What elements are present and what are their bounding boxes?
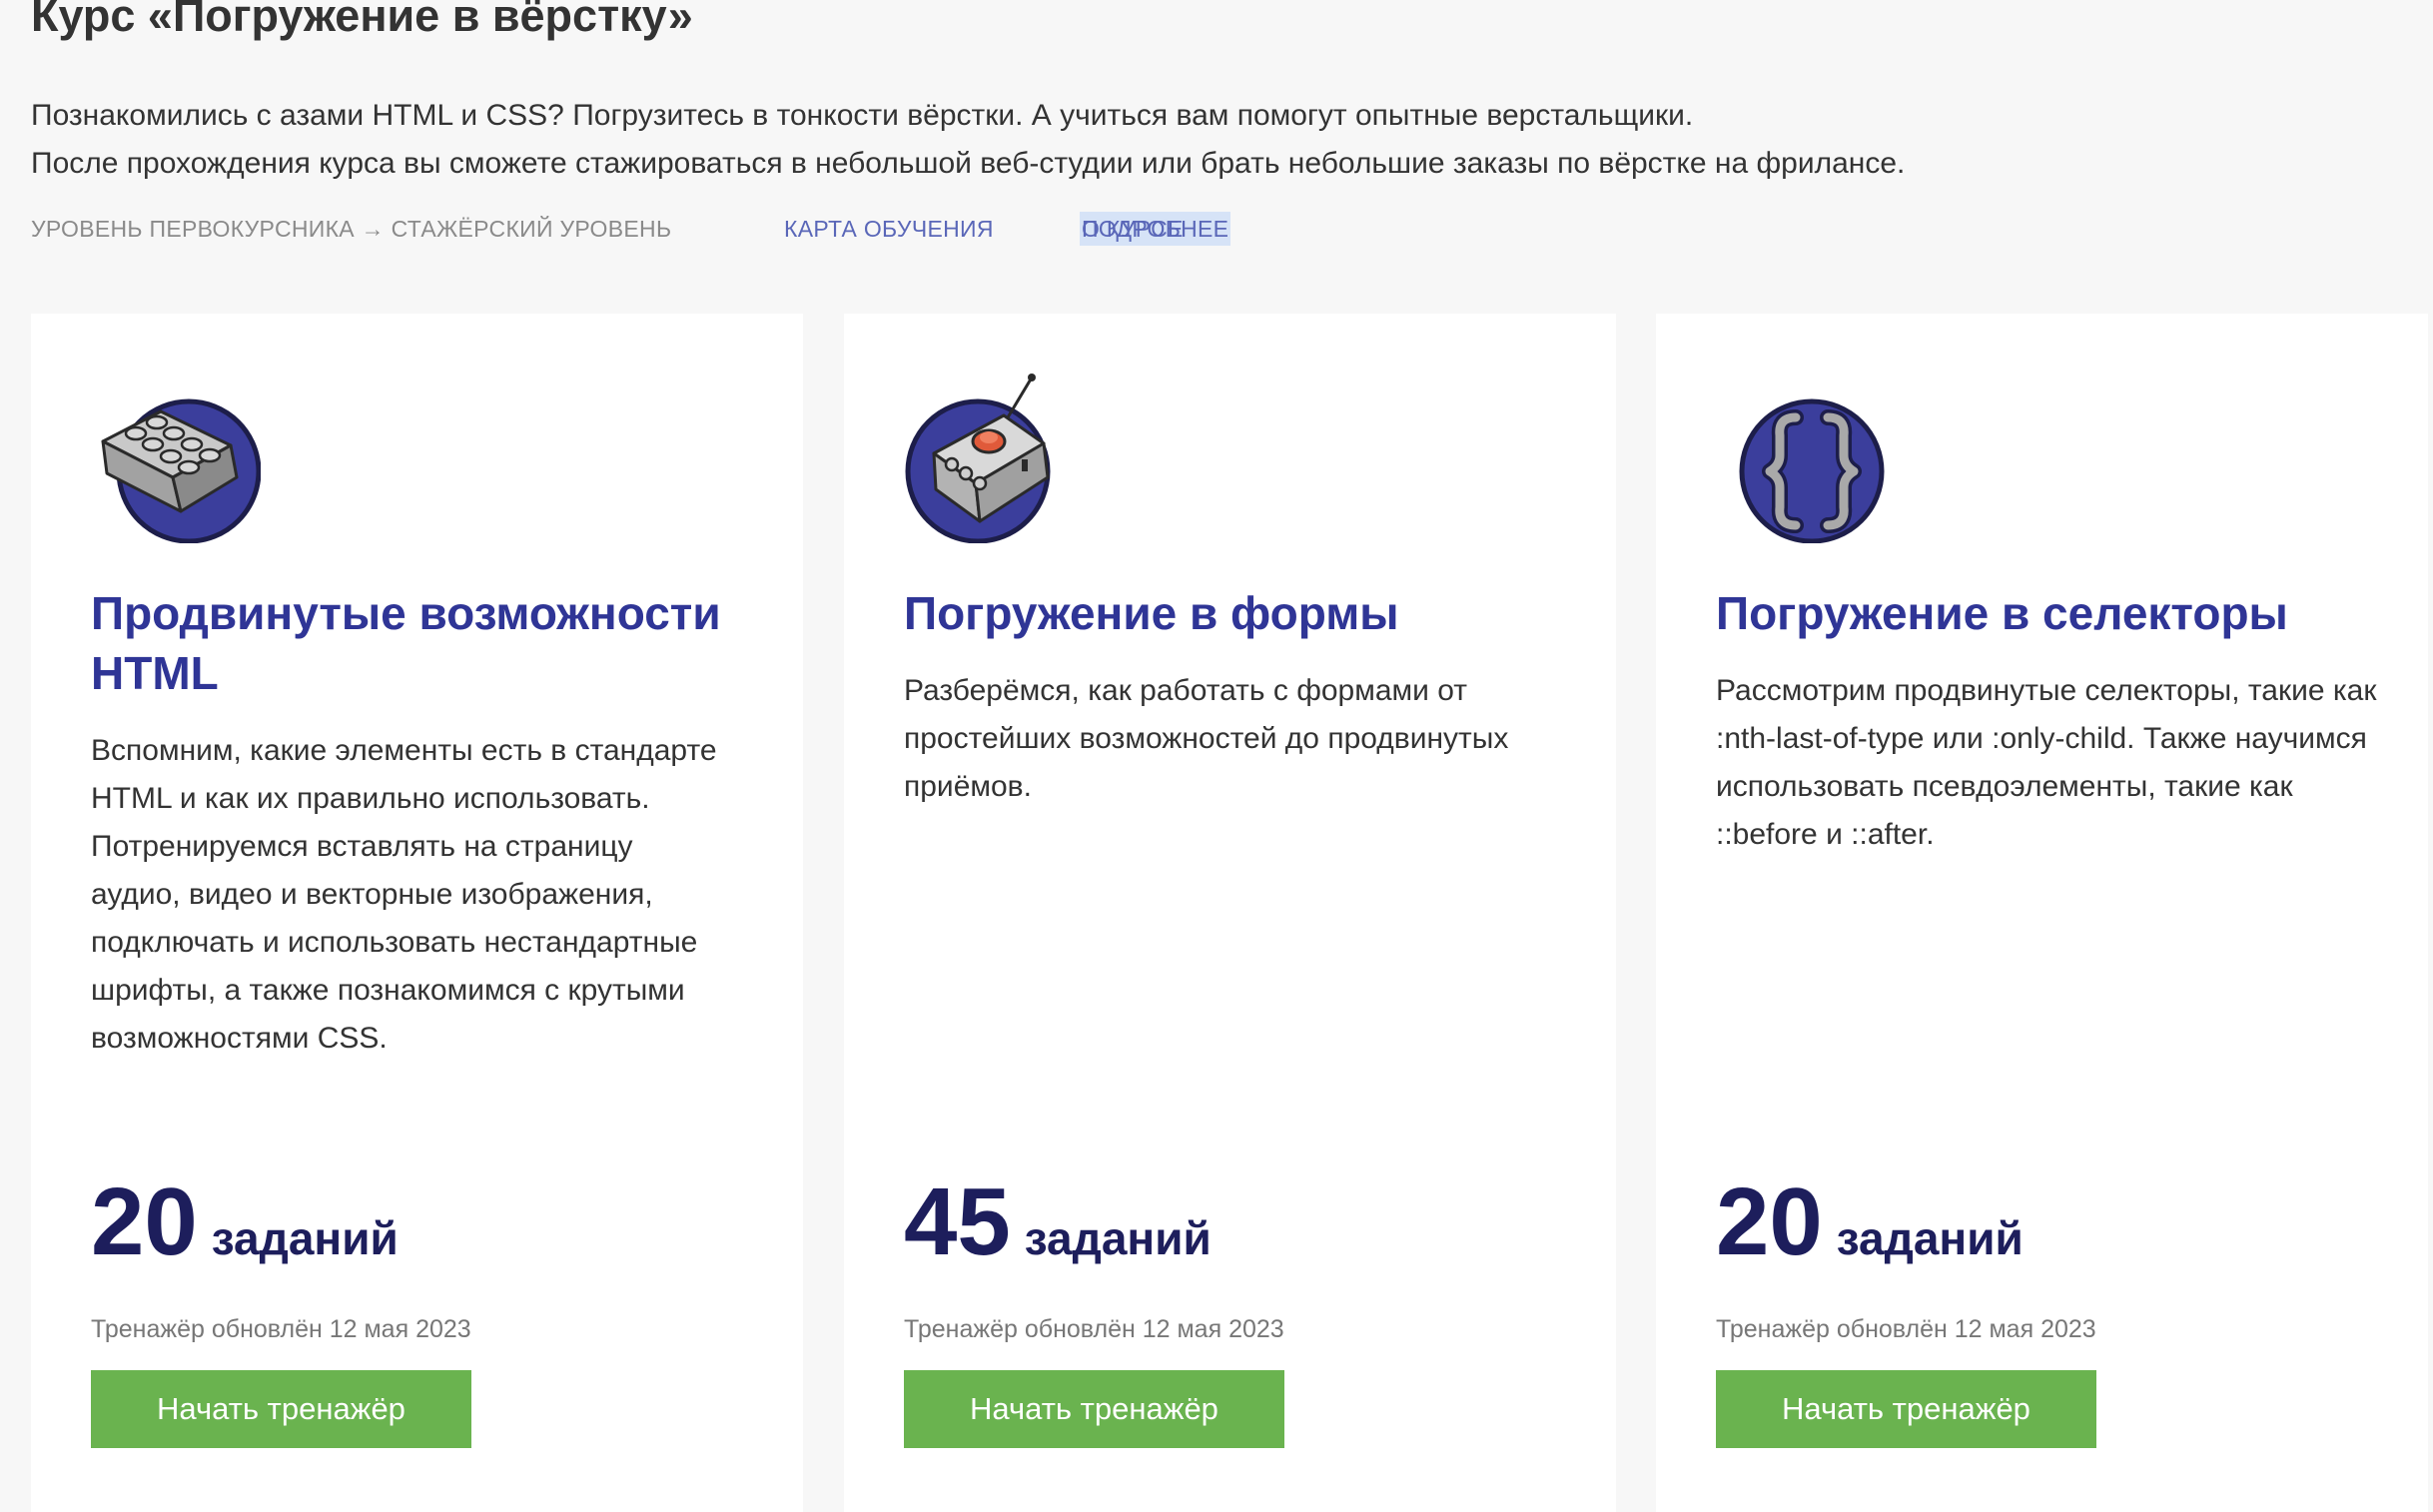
card-title[interactable]: Погружение в формы — [904, 583, 1583, 643]
tasks-count: 45 заданий — [904, 1167, 1212, 1277]
course-intro: Познакомились с азами HTML и CSS? Погруз… — [31, 92, 2328, 188]
start-trainer-button[interactable]: Начать тренажёр — [904, 1370, 1284, 1448]
curly-braces-icon — [1716, 374, 1886, 543]
course-card-forms: Погружение в формы Разберёмся, как работ… — [844, 314, 1616, 1512]
course-details-link-rest: О КУРСЕ — [1082, 216, 1184, 242]
lego-brick-icon — [91, 374, 261, 543]
tasks-count: 20 заданий — [1716, 1167, 2024, 1277]
card-title[interactable]: Продвинутые возможности HTML — [91, 583, 770, 703]
card-description: Рассмотрим продвинутые селекторы, такие … — [1716, 674, 2377, 851]
page-title: Курс «Погружение в вёрстку» — [31, 0, 693, 41]
card-description: Вспомним, какие элементы есть в стандарт… — [91, 734, 717, 1055]
updated-date: Тренажёр обновлён 12 мая 2023 — [1716, 1315, 2096, 1343]
intro-line-1: Познакомились с азами HTML и CSS? Погруз… — [31, 99, 1694, 132]
card-title[interactable]: Погружение в селекторы — [1716, 583, 2395, 643]
updated-date: Тренажёр обновлён 12 мая 2023 — [904, 1315, 1284, 1343]
tasks-count: 20 заданий — [91, 1167, 399, 1277]
intro-line-2: После прохождения курса вы сможете стажи… — [31, 147, 1906, 180]
start-trainer-button[interactable]: Начать тренажёр — [91, 1370, 471, 1448]
tasks-label: заданий — [1024, 1212, 1212, 1264]
level-label: УРОВЕНЬ ПЕРВОКУРСНИКА → СТАЖЁРСКИЙ УРОВЕ… — [31, 216, 672, 242]
tasks-number: 45 — [904, 1168, 1011, 1275]
tasks-number: 20 — [1716, 1168, 1823, 1275]
tasks-number: 20 — [91, 1168, 198, 1275]
card-description: Разберёмся, как работать с формами от пр… — [904, 674, 1509, 803]
course-card-selectors: Погружение в селекторы Рассмотрим продви… — [1656, 314, 2428, 1512]
learning-map-link[interactable]: КАРТА ОБУЧЕНИЯ — [784, 212, 994, 246]
remote-control-icon — [904, 374, 1074, 543]
course-card-html: Продвинутые возможности HTML Вспомним, к… — [31, 314, 803, 1512]
start-trainer-button[interactable]: Начать тренажёр — [1716, 1370, 2096, 1448]
tasks-label: заданий — [211, 1212, 399, 1264]
updated-date: Тренажёр обновлён 12 мая 2023 — [91, 1315, 471, 1343]
tasks-label: заданий — [1836, 1212, 2024, 1264]
